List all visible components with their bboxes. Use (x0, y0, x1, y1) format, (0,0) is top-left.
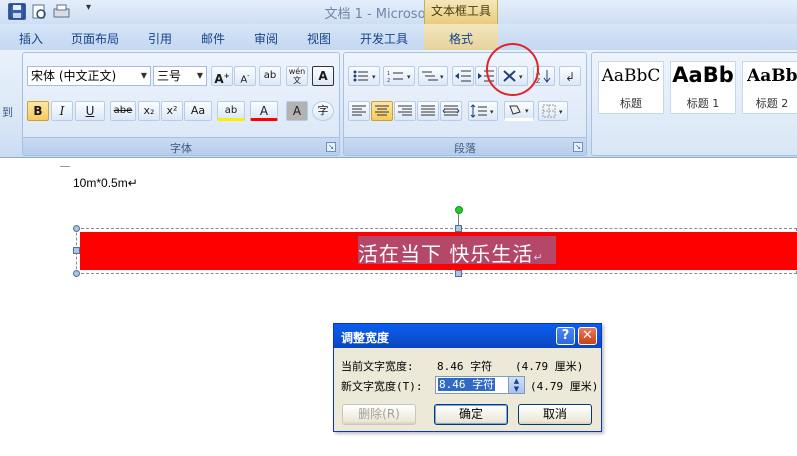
paragraph-mark: ↵ (533, 251, 544, 264)
tab-view[interactable]: 视图 (307, 30, 331, 47)
ok-button[interactable]: 确定 (434, 404, 508, 425)
strikethrough-button[interactable]: abe (110, 101, 136, 121)
grow-font-label: A (214, 72, 224, 86)
new-width-cm: (4.79 厘米) (530, 380, 599, 393)
phonetic-label: wén (288, 67, 306, 76)
tab-review[interactable]: 审阅 (254, 30, 278, 47)
line-spacing-icon[interactable]: ▾ (468, 101, 498, 121)
style-heading1-name: 标题 1 (686, 97, 720, 110)
resize-handle[interactable] (73, 247, 80, 254)
clear-format-button[interactable]: ab (259, 66, 281, 86)
tab-format[interactable]: 格式 (449, 30, 473, 47)
multilevel-list-icon[interactable]: ▾ (418, 66, 448, 86)
style-heading1[interactable]: AaBb 标题 1 (670, 61, 736, 114)
current-width-value: 8.46 字符 (437, 360, 493, 373)
cancel-button[interactable]: 取消 (518, 404, 592, 425)
tab-mailings[interactable]: 邮件 (201, 30, 225, 47)
decrease-indent-icon[interactable] (452, 66, 474, 86)
tab-references[interactable]: 引用 (148, 30, 172, 47)
char-border-button[interactable]: A (312, 66, 334, 86)
tab-insert[interactable]: 插入 (19, 30, 43, 47)
paragraph-dialog-launcher-icon[interactable]: ↘ (573, 142, 583, 152)
style-heading2-preview: AaBb (747, 66, 797, 86)
svg-text:▾: ▾ (559, 108, 563, 116)
font-group-label-bar: 字体 ↘ (23, 137, 339, 155)
svg-text:▾: ▾ (407, 73, 411, 81)
dialog-title-bar[interactable]: 调整宽度 ? ✕ (334, 324, 601, 348)
numbering-icon[interactable]: 1 2 ▾ (383, 66, 415, 86)
svg-text:2: 2 (387, 78, 390, 84)
align-left-icon[interactable] (348, 101, 370, 121)
underline-button[interactable]: U (75, 101, 105, 121)
align-right-icon[interactable] (394, 101, 416, 121)
paragraph-group-label-bar: 段落 ↘ (344, 137, 586, 155)
svg-text:▾: ▾ (525, 107, 529, 115)
document-line[interactable]: 10m*0.5m↵ (73, 176, 138, 190)
bullets-icon[interactable]: ▾ (348, 66, 380, 86)
show-marks-icon[interactable]: ↲ (559, 66, 581, 86)
window-title: 文档 1 - Microsoft Word (324, 7, 473, 22)
svg-text:▾: ▾ (490, 108, 494, 116)
ribbon-left-cut-label: 到 (2, 106, 13, 119)
font-size-value: 三号 (157, 69, 182, 83)
adjust-width-dialog: 调整宽度 ? ✕ 当前文字宽度: 8.46 字符 (4.79 厘米) 新文字宽度… (333, 323, 602, 432)
subscript-button[interactable]: x₂ (138, 101, 160, 121)
superscript-button[interactable]: x² (161, 101, 183, 121)
shrink-font-button[interactable]: A- (234, 66, 256, 86)
align-center-icon[interactable] (371, 101, 393, 121)
resize-handle[interactable] (73, 270, 80, 277)
tab-page-layout[interactable]: 页面布局 (71, 30, 119, 47)
font-dialog-launcher-icon[interactable]: ↘ (326, 142, 336, 152)
chevron-down-icon[interactable]: ▼ (194, 67, 206, 85)
resize-handle[interactable] (455, 270, 462, 277)
textbox-text[interactable]: 活在当下 快乐生活↵ (358, 238, 544, 267)
svg-text:↲: ↲ (565, 70, 575, 84)
textbox-content[interactable]: 活在当下 快乐生活 (358, 242, 533, 266)
rotation-handle[interactable] (455, 206, 463, 214)
dialog-title: 调整宽度 (341, 331, 390, 345)
highlight-button[interactable]: ab (217, 101, 245, 121)
italic-button[interactable]: I (51, 101, 73, 121)
font-name-value: 宋体 (中文正文) (31, 69, 117, 83)
paragraph-group-label: 段落 (454, 142, 476, 155)
shading-icon[interactable]: ▾ (504, 101, 534, 121)
font-size-combo[interactable]: 三号 ▼ (153, 66, 207, 86)
svg-text:1: 1 (387, 71, 390, 77)
svg-text:▾: ▾ (440, 73, 444, 81)
bold-button[interactable]: B (27, 101, 49, 121)
resize-handle[interactable] (455, 225, 462, 232)
borders-icon[interactable]: ▾ (538, 101, 568, 121)
new-width-label: 新文字宽度(T): (341, 380, 423, 393)
spinner-icon[interactable]: ▲ ▼ (508, 377, 524, 393)
justify-icon[interactable] (417, 101, 439, 121)
svg-text:▾: ▾ (372, 73, 376, 81)
distributed-icon[interactable] (440, 101, 462, 121)
grow-font-button[interactable]: A+ (211, 66, 233, 86)
style-heading1-preview: AaBb (672, 63, 734, 87)
enclose-char-button[interactable]: 字 (312, 101, 334, 121)
font-color-button[interactable]: A (250, 101, 278, 121)
current-width-cm: (4.79 厘米) (515, 360, 584, 373)
margin-mark (60, 166, 70, 167)
change-case-button[interactable]: Aa (184, 101, 212, 121)
tab-developer[interactable]: 开发工具 (360, 30, 408, 47)
font-name-combo[interactable]: 宋体 (中文正文) ▼ (27, 66, 151, 86)
help-icon[interactable]: ? (556, 327, 575, 345)
delete-button[interactable]: 删除(R) (342, 404, 416, 425)
phonetic-guide-button[interactable]: wén 文 (286, 66, 308, 86)
new-width-value[interactable]: 8.46 字符 (438, 378, 496, 391)
char-shading-button[interactable]: A (286, 101, 308, 121)
current-width-label: 当前文字宽度: (341, 360, 414, 373)
font-group-label: 字体 (170, 142, 192, 155)
resize-handle[interactable] (73, 225, 80, 232)
style-heading[interactable]: AaBbC 标题 (598, 61, 664, 114)
annotation-circle (486, 43, 539, 96)
style-heading2-name: 标题 2 (755, 97, 789, 110)
style-heading2[interactable]: AaBb 标题 2 (742, 61, 797, 114)
context-tab-header: 文本框工具 (424, 0, 498, 24)
close-icon[interactable]: ✕ (578, 327, 597, 345)
style-heading-preview: AaBbC (601, 66, 661, 86)
style-heading-name: 标题 (620, 97, 642, 110)
chevron-down-icon[interactable]: ▼ (138, 67, 150, 85)
